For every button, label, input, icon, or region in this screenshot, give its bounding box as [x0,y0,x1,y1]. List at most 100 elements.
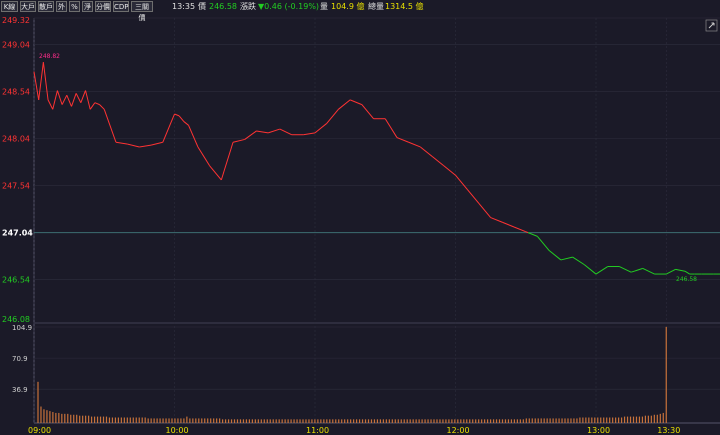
volume-bar [76,414,78,423]
volume-bar [171,418,173,423]
volume-bar [585,417,587,423]
volume-bar [353,419,355,423]
price-label: 價 [198,2,206,11]
volume-bar [305,419,307,423]
volume-bar [415,419,417,423]
volume-series [37,326,667,423]
volume-bar [207,418,209,423]
price-tick-label: 248.04 [2,134,30,143]
volume-bar [656,414,658,423]
volume-bar [204,418,206,423]
price-segment [66,94,72,107]
volume-bar [665,326,667,423]
net-button[interactable]: 淨 [82,1,93,12]
volume-bar [79,415,81,423]
price-distribution-button[interactable]: 分價 [95,1,111,12]
price-segment [361,104,374,120]
volume-bar [260,419,262,423]
volume-bar [344,419,346,423]
price-segment [85,90,91,110]
retail-button[interactable]: 散戶 [38,1,54,12]
volume-bar [394,419,396,423]
price-segment [244,130,257,140]
price-segment [513,226,526,233]
volume-bar [350,419,352,423]
volume-bar [117,417,119,423]
volume-bar [564,418,566,423]
volume-bar [576,418,578,423]
big-holder-button[interactable]: 大戶 [20,1,36,12]
volume-bar [46,410,48,423]
volume-bar [254,419,256,423]
volume-bar [99,416,102,423]
price-segment [443,165,456,176]
price-segment [162,113,175,143]
volume-bar [623,416,626,423]
price-segment [666,268,676,275]
volume-bar [433,419,435,423]
volume-bar [531,418,533,423]
kline-button[interactable]: K線 [1,1,18,12]
volume-bar [546,418,548,423]
cdp-button[interactable]: CDP [113,1,129,12]
volume-bar [329,419,331,423]
volume-bar [311,419,313,423]
volume-bar [540,418,542,423]
price-segment [94,102,100,106]
time-tick-label: 12:00 [447,426,470,435]
price-tick-label: 246.54 [2,276,30,285]
volume-bar [385,419,387,423]
foreign-button[interactable]: 外 [56,1,67,12]
price-segment [47,99,54,110]
volume-bar [269,419,271,423]
volume-bar [266,419,268,423]
volume-bar [397,419,399,423]
volume-bar [573,418,575,423]
price-tick-label: 247.54 [2,182,30,191]
volume-bar [141,417,143,423]
volume-bar [147,418,149,423]
volume-bar [615,417,617,423]
volume-bar [427,419,429,423]
volume-bar [347,419,349,423]
volume-bar [216,418,218,423]
volume-bar [501,419,504,423]
volume-bar [201,418,203,423]
volume-bar [183,418,185,423]
price-value: 246.58 [209,2,237,11]
three-level-price-button[interactable]: 三關價 [131,1,153,22]
volume-bar [224,419,227,423]
volume-bar [606,417,608,423]
volume-bar [198,418,200,423]
total-volume-value: 1314.5 億 [385,2,424,11]
change-value: ▼0.46 (-0.19%) [258,2,320,11]
price-segment [42,62,49,100]
volume-bar [653,414,655,423]
volume-bar [650,415,652,423]
zoom-icon[interactable] [705,19,718,32]
volume-axis: 104.9 70.9 36.9 [12,324,32,394]
price-series [33,62,720,275]
volume-bar [481,419,483,423]
price-segment [139,144,152,148]
volume-bar [603,417,605,423]
volume-bar [552,418,554,423]
volume-bar [513,419,515,423]
volume-bar [219,418,221,423]
volume-bar [156,418,158,423]
volume-bar [239,419,242,423]
volume-bar [290,419,292,423]
volume-bar [472,419,474,423]
volume-bar [213,418,215,423]
price-segment [174,113,180,117]
price-segment [408,141,421,148]
volume-bar [132,417,134,423]
volume-bar [49,411,51,423]
percent-button[interactable]: % [69,1,80,12]
volume-bar [281,419,283,423]
volume-bar [469,419,471,423]
volume-bar [90,416,93,423]
volume-bar [388,419,390,423]
volume-bar [195,418,197,423]
price-segment [279,128,292,136]
